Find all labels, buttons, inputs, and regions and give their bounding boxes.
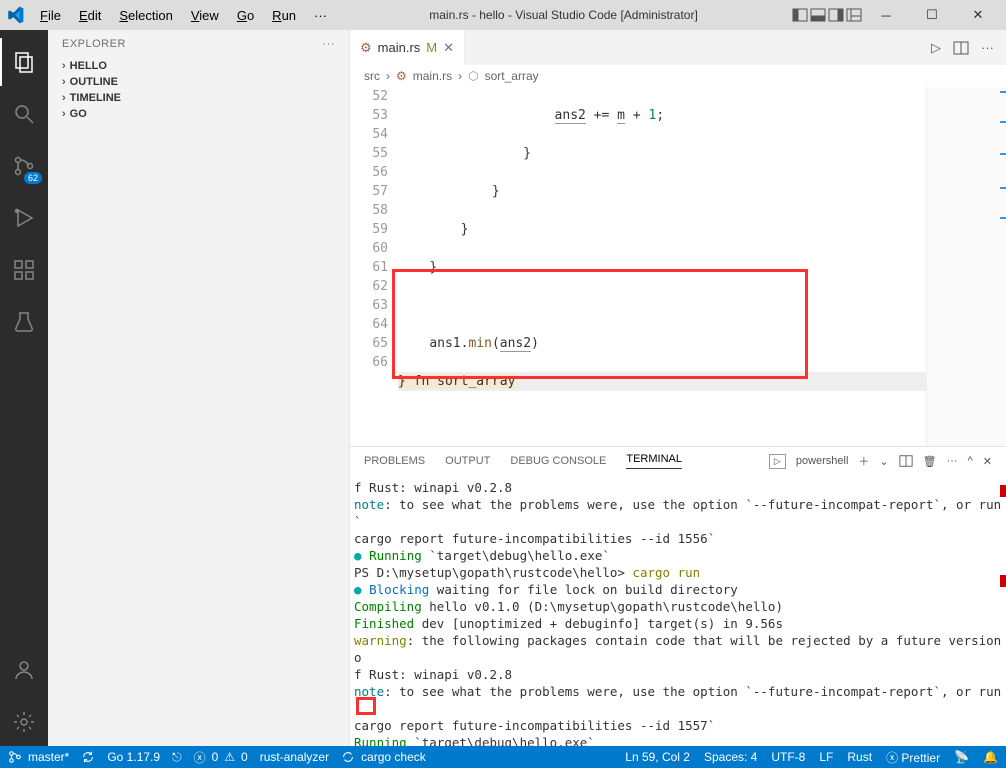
tab-problems[interactable]: PROBLEMS (364, 455, 425, 467)
rust-file-icon: ⚙ (396, 69, 407, 83)
tree-outline[interactable]: ›OUTLINE (48, 74, 349, 90)
activity-scm[interactable]: 62 (0, 142, 48, 190)
status-spaces[interactable]: Spaces: 4 (704, 750, 757, 764)
status-feedback-icon[interactable]: 📡 (954, 750, 969, 764)
chevron-right-icon: › (62, 60, 66, 72)
menu-selection[interactable]: SelectionSelection (111, 6, 180, 25)
modified-indicator: M (426, 40, 437, 55)
status-cargo-check[interactable]: cargo check (341, 750, 426, 764)
title-bar: FFileile EditEdit SelectionSelection Vie… (0, 0, 1006, 30)
menu-view[interactable]: ViewView (183, 6, 227, 25)
terminal[interactable]: f Rust: winapi v0.2.8 note: to see what … (350, 475, 1006, 746)
status-go-tools[interactable]: ⎋ (172, 750, 182, 765)
panel-more-icon[interactable]: ··· (947, 455, 958, 467)
layout-icon[interactable] (828, 7, 844, 23)
overview-ruler-mark (1000, 485, 1006, 497)
maximize-panel-icon[interactable]: ^ (968, 455, 973, 467)
layout-icon[interactable] (792, 7, 808, 23)
status-eol[interactable]: LF (819, 750, 833, 764)
chevron-right-icon: › (62, 92, 66, 104)
layout-icon[interactable] (846, 7, 862, 23)
status-analyzer[interactable]: rust-analyzer (260, 750, 329, 764)
panel: PROBLEMS OUTPUT DEBUG CONSOLE TERMINAL ▷… (350, 446, 1006, 746)
status-bell-icon[interactable]: 🔔 (983, 750, 998, 764)
terminal-profile[interactable]: powershell (796, 455, 849, 467)
sidebar-title: EXPLORER (62, 38, 126, 50)
panel-tabs: PROBLEMS OUTPUT DEBUG CONSOLE TERMINAL ▷… (350, 447, 1006, 475)
activity-extensions[interactable] (0, 246, 48, 294)
layout-icon[interactable] (810, 7, 826, 23)
menu-edit[interactable]: EditEdit (71, 6, 109, 25)
status-position[interactable]: Ln 59, Col 2 (625, 750, 690, 764)
tree-timeline[interactable]: ›TIMELINE (48, 90, 349, 106)
overview-ruler-mark (1000, 575, 1006, 587)
tree-go[interactable]: ›GO (48, 106, 349, 122)
tab-output[interactable]: OUTPUT (445, 455, 490, 467)
scm-badge: 62 (24, 172, 42, 184)
more-icon[interactable]: ··· (981, 40, 994, 55)
close-button[interactable]: ✕ (956, 0, 1000, 30)
run-icon[interactable]: ▷ (931, 40, 941, 56)
line-gutter: 525354555657585960616263646566 (350, 87, 398, 446)
highlight-box-main (392, 269, 808, 379)
status-encoding[interactable]: UTF-8 (771, 750, 805, 764)
editor-group: ⚙ main.rs M ✕ ▷ ··· src› ⚙main.rs› ⬡sort… (350, 30, 1006, 746)
tab-terminal[interactable]: TERMINAL (626, 453, 682, 469)
activity-settings[interactable] (0, 698, 48, 746)
minimize-button[interactable]: ─ (864, 0, 908, 30)
chevron-right-icon: › (62, 76, 66, 88)
vscode-icon (6, 6, 24, 24)
close-panel-icon[interactable]: ✕ (983, 455, 992, 468)
sidebar-more-icon[interactable]: ··· (323, 38, 336, 50)
status-go[interactable]: Go 1.17.9 (107, 750, 160, 764)
split-icon[interactable] (953, 40, 969, 56)
menu-file[interactable]: FFileile (32, 6, 69, 25)
minimap[interactable] (926, 87, 1006, 446)
launch-profile-icon[interactable]: ▷ (769, 454, 786, 469)
new-terminal-icon[interactable]: ＋ (858, 453, 869, 469)
code-content[interactable]: ans2 += m + 1; } } } } ans1.min(ans2) } … (398, 87, 1006, 446)
activity-testing[interactable] (0, 298, 48, 346)
split-terminal-icon[interactable] (899, 454, 913, 468)
activity-account[interactable] (0, 646, 48, 694)
kill-terminal-icon[interactable]: 🗑 (923, 455, 937, 468)
tab-close-icon[interactable]: ✕ (443, 40, 454, 56)
breadcrumb[interactable]: src› ⚙main.rs› ⬡sort_array (350, 65, 1006, 87)
tab-debug-console[interactable]: DEBUG CONSOLE (510, 455, 606, 467)
status-prettier[interactable]: ⓧ Prettier (886, 749, 940, 766)
activity-bar: 62 (0, 30, 48, 746)
status-lang[interactable]: Rust (847, 750, 872, 764)
code-editor[interactable]: 525354555657585960616263646566 ans2 += m… (350, 87, 1006, 446)
menu-run[interactable]: RunRun (264, 6, 304, 25)
explorer-sidebar: EXPLORER ··· ›HELLO ›OUTLINE ›TIMELINE ›… (48, 30, 350, 746)
rust-file-icon: ⚙ (360, 40, 372, 56)
window-title: main.rs - hello - Visual Studio Code [Ad… (335, 8, 792, 22)
tab-main-rs[interactable]: ⚙ main.rs M ✕ (350, 30, 465, 65)
menu-more[interactable]: ··· (306, 6, 335, 25)
status-branch[interactable]: master* (8, 750, 69, 764)
activity-explorer[interactable] (0, 38, 48, 86)
menu-go[interactable]: GoGo (229, 6, 262, 25)
status-errors[interactable]: ⓧ0 ⚠0 (194, 749, 248, 766)
terminal-dropdown-icon[interactable]: ⌄ (879, 455, 888, 468)
chevron-right-icon: › (62, 108, 66, 120)
tab-bar: ⚙ main.rs M ✕ ▷ ··· (350, 30, 1006, 65)
status-sync[interactable] (81, 750, 95, 764)
menu-bar: FFileile EditEdit SelectionSelection Vie… (32, 6, 335, 25)
tree-hello[interactable]: ›HELLO (48, 58, 349, 74)
activity-debug[interactable] (0, 194, 48, 242)
maximize-button[interactable]: ☐ (910, 0, 954, 30)
symbol-icon: ⬡ (468, 69, 478, 83)
status-bar: master* Go 1.17.9 ⎋ ⓧ0 ⚠0 rust-analyzer … (0, 746, 1006, 768)
activity-search[interactable] (0, 90, 48, 138)
